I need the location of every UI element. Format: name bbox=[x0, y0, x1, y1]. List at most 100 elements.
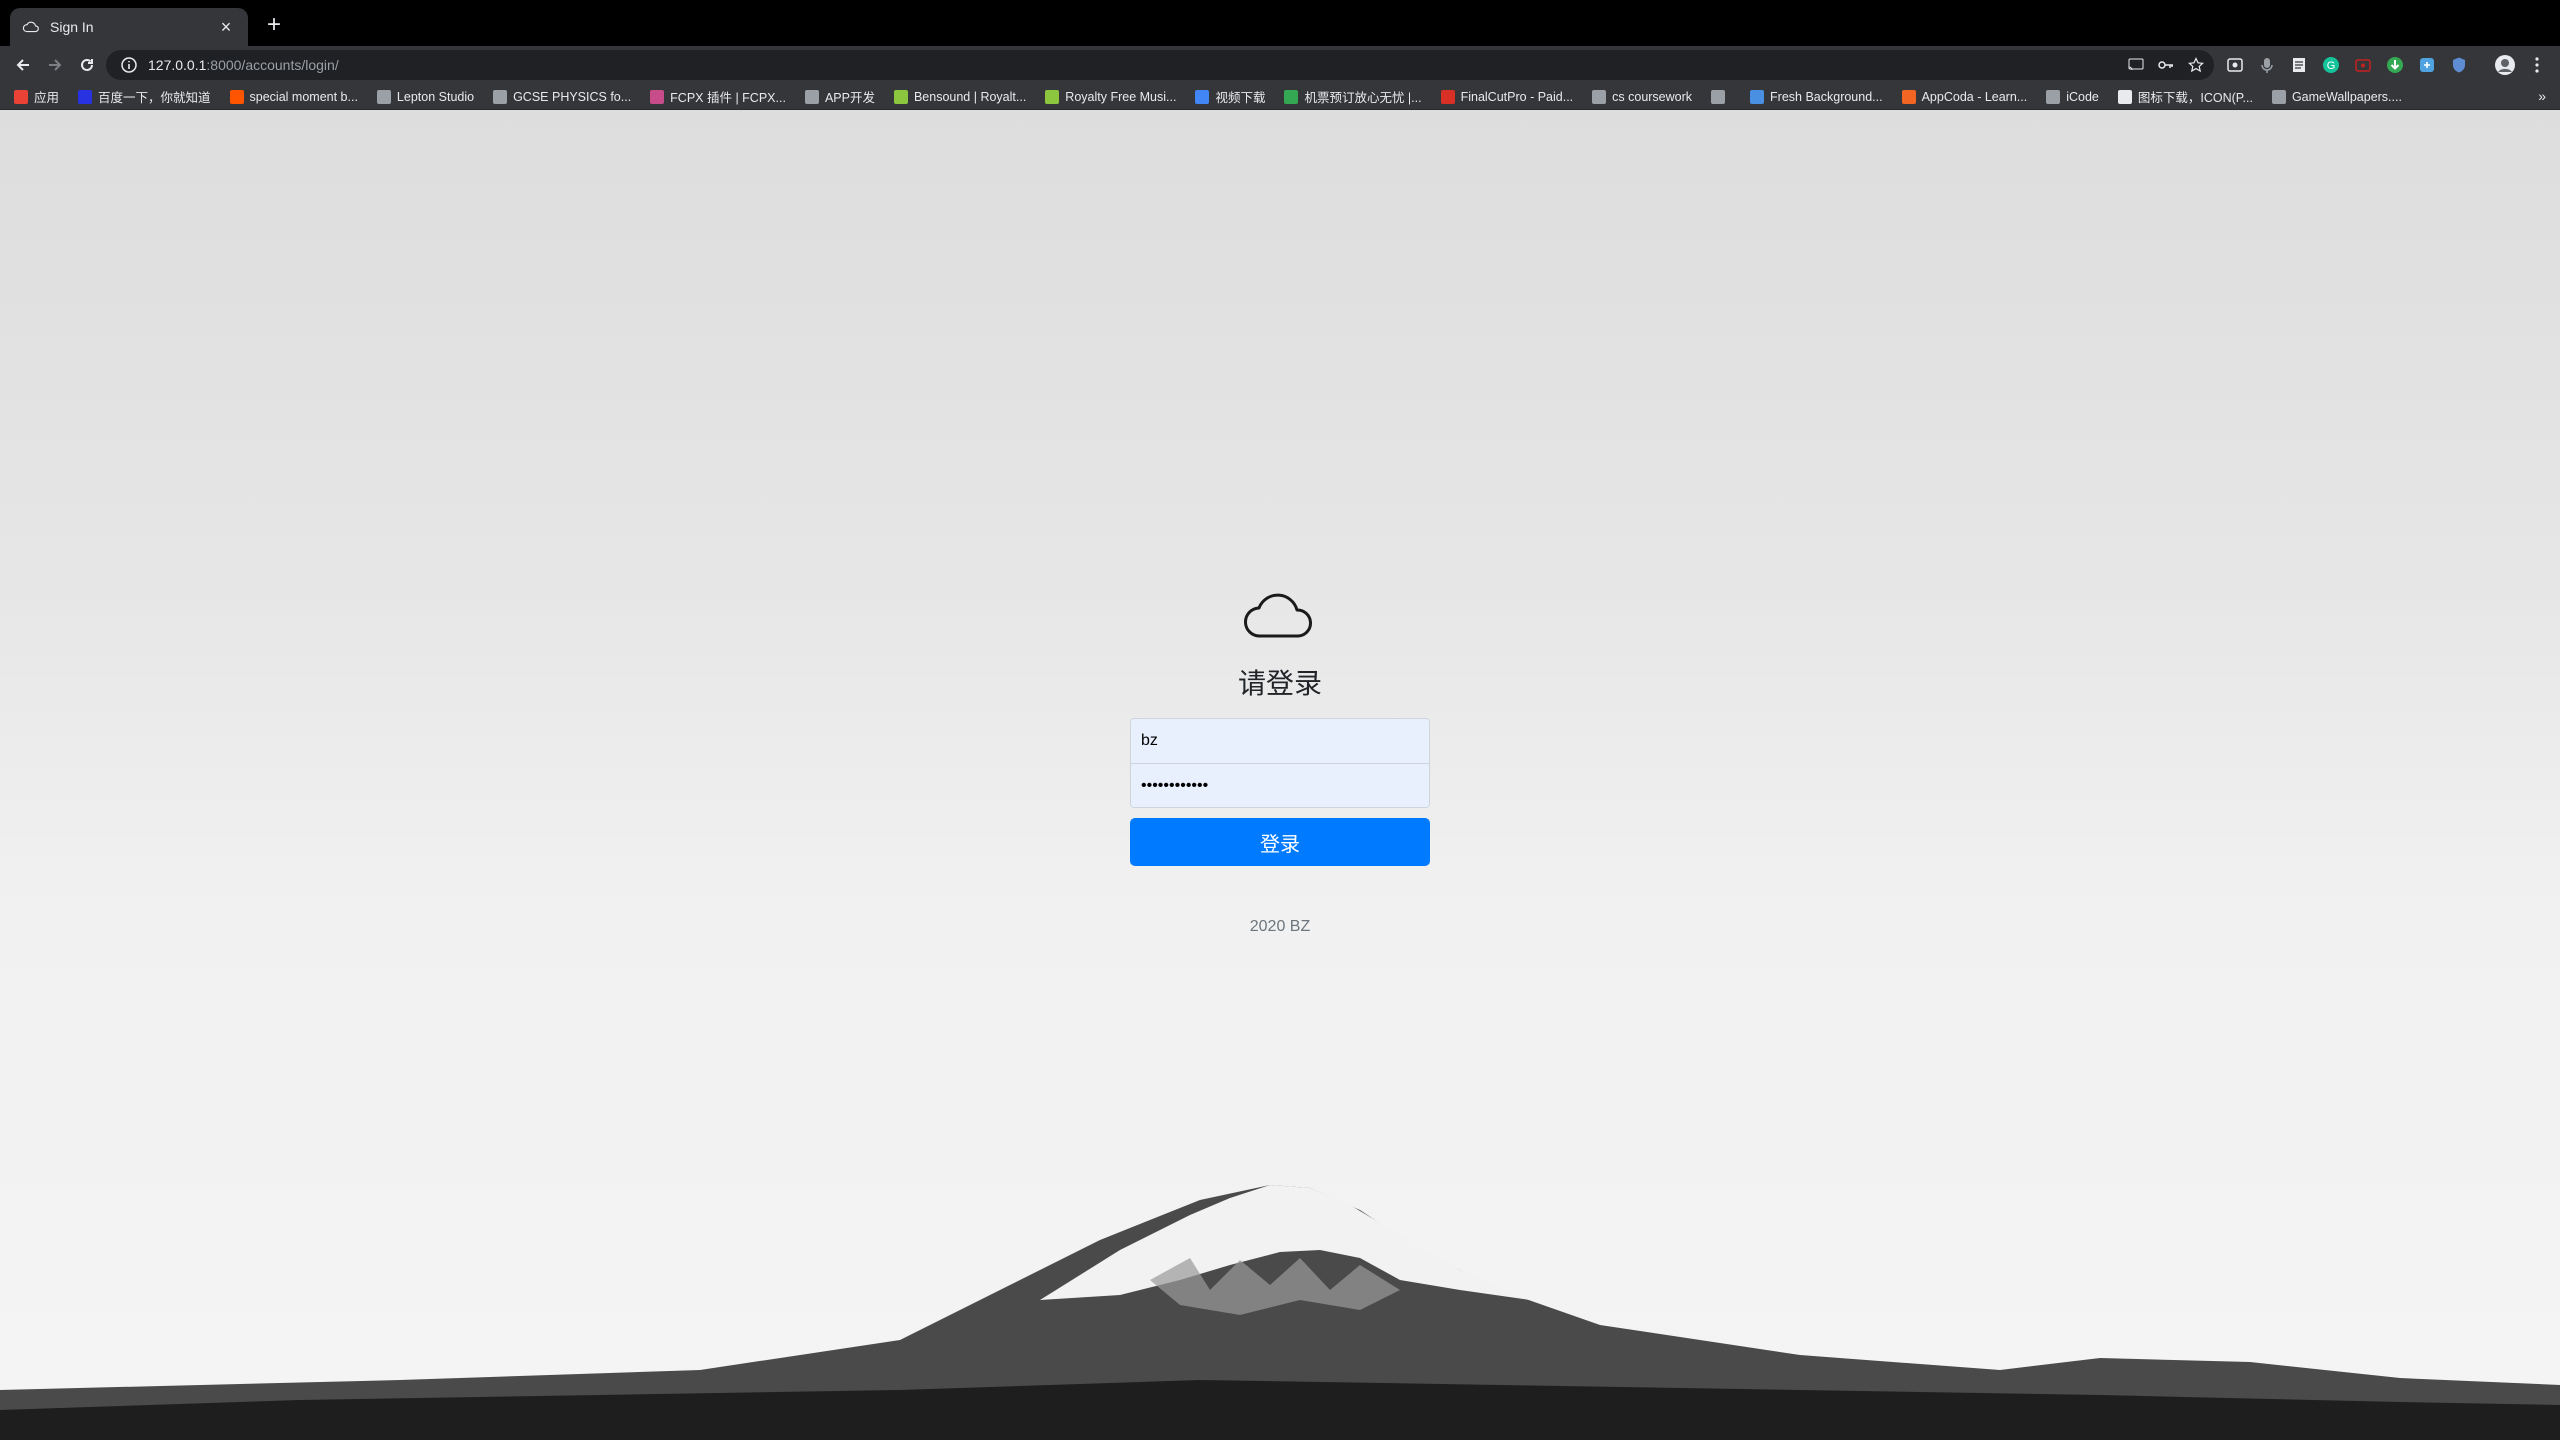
finalcut-icon bbox=[1440, 89, 1455, 104]
sign-in-heading: 请登录 bbox=[1237, 668, 1322, 699]
globe-icon bbox=[493, 89, 508, 104]
appcoda-icon bbox=[1901, 89, 1916, 104]
bookmark-item[interactable]: cs coursework bbox=[1592, 89, 1693, 104]
bookmark-label: Bensound | Royalt... bbox=[913, 89, 1027, 104]
apps-grid-icon bbox=[14, 89, 28, 104]
bookmark-item[interactable]: Royalty Free Musi... bbox=[1045, 89, 1177, 104]
bookmark-label: Fresh Background... bbox=[1770, 89, 1883, 104]
reload-icon bbox=[81, 58, 93, 71]
bookmark-label: 图标下载，ICON(P... bbox=[2137, 91, 2253, 105]
bookmark-label: cs coursework bbox=[1612, 89, 1693, 104]
globe-icon bbox=[1711, 89, 1726, 104]
extension-blue-icon[interactable] bbox=[2416, 54, 2438, 76]
globe-icon bbox=[2046, 89, 2061, 104]
tab-title: Sign In bbox=[50, 19, 94, 35]
bookmark-item[interactable]: 应用 bbox=[14, 87, 59, 106]
gw-icon bbox=[2271, 89, 2286, 104]
bookmark-item[interactable]: special moment b... bbox=[229, 89, 358, 104]
globe-icon bbox=[376, 89, 391, 104]
soundcloud-icon bbox=[229, 89, 244, 104]
bensound-icon bbox=[893, 89, 908, 104]
bookmark-item[interactable]: FCPX 插件 | FCPX... bbox=[650, 87, 786, 106]
forward-arrow-icon bbox=[49, 59, 62, 71]
mountain-background-image bbox=[0, 1185, 2560, 1440]
profile-avatar[interactable] bbox=[2494, 54, 2516, 76]
key-icon[interactable] bbox=[2156, 56, 2176, 74]
bookmark-label: special moment b... bbox=[249, 89, 358, 104]
bookmark-item[interactable]: 机票预订放心无忧 |... bbox=[1284, 87, 1422, 106]
bookmarks-bar: 应用 百度一下，你就知道 special moment b... Lepton Stu… bbox=[0, 84, 2560, 110]
bookmark-item[interactable]: 图标下载，ICON(P... bbox=[2117, 87, 2253, 106]
bookmark-item[interactable]: 视频下载 bbox=[1195, 87, 1265, 106]
back-button[interactable] bbox=[8, 50, 38, 80]
bookmark-label: 百度一下，你就知道 bbox=[98, 91, 211, 105]
bookmark-label: FinalCutPro - Paid... bbox=[1460, 89, 1574, 104]
bookmark-item[interactable]: iCode bbox=[2046, 89, 2099, 104]
browser-menu-icon[interactable] bbox=[2526, 54, 2548, 76]
cloud-favicon-icon bbox=[22, 21, 39, 33]
bookmark-label: 应用 bbox=[34, 91, 60, 105]
extension-notes-icon[interactable] bbox=[2288, 54, 2310, 76]
bookmark-item[interactable]: Lepton Studio bbox=[376, 89, 475, 104]
url-text: 127.0.0.1:8000/accounts/login/ bbox=[148, 57, 339, 73]
iconfont-icon bbox=[2117, 89, 2132, 104]
back-arrow-icon bbox=[16, 59, 29, 71]
cast-icon[interactable] bbox=[2126, 56, 2146, 74]
bookmark-item[interactable]: Bensound | Royalt... bbox=[893, 89, 1027, 104]
bookmark-item[interactable]: FinalCutPro - Paid... bbox=[1440, 89, 1574, 104]
site-info-icon[interactable] bbox=[120, 56, 138, 74]
bookmark-label: iCode bbox=[2066, 89, 2099, 104]
fresh-icon bbox=[1750, 89, 1765, 104]
flight-icon bbox=[1284, 89, 1299, 104]
username-input[interactable] bbox=[1131, 719, 1429, 763]
bookmark-label: FCPX 插件 | FCPX... bbox=[670, 91, 786, 105]
bookmark-item[interactable]: AppCoda - Learn... bbox=[1901, 89, 2028, 104]
bookmark-star-icon[interactable] bbox=[2186, 56, 2206, 74]
bensound-icon bbox=[1045, 89, 1060, 104]
new-tab-button[interactable]: + bbox=[260, 12, 288, 40]
password-input[interactable] bbox=[1131, 763, 1429, 807]
extension-screenshot-icon[interactable] bbox=[2224, 54, 2246, 76]
browser-toolbar: 127.0.0.1:8000/accounts/login/ G bbox=[0, 46, 2560, 84]
folder-icon bbox=[1592, 89, 1607, 104]
copyright-footer: 2020 BZ bbox=[1249, 918, 1311, 935]
bookmark-label: GCSE PHYSICS fo... bbox=[513, 89, 632, 104]
bookmark-item[interactable] bbox=[1711, 89, 1731, 104]
bookmark-item[interactable]: GameWallpapers.... bbox=[2271, 89, 2402, 104]
bookmark-item[interactable]: GCSE PHYSICS fo... bbox=[493, 89, 632, 104]
bookmark-label: AppCoda - Learn... bbox=[1921, 89, 2028, 104]
reload-button[interactable] bbox=[72, 50, 102, 80]
tab-close-icon[interactable]: × bbox=[216, 17, 236, 38]
folder-icon bbox=[804, 89, 819, 104]
cloud-logo-icon bbox=[1244, 593, 1312, 638]
forward-button[interactable] bbox=[40, 50, 70, 80]
svg-text:G: G bbox=[2327, 60, 2336, 72]
extension-shield-icon[interactable] bbox=[2448, 54, 2470, 76]
extension-grammarly-icon[interactable]: G bbox=[2320, 54, 2342, 76]
bookmark-label: Royalty Free Musi... bbox=[1065, 89, 1177, 104]
extension-mic-icon[interactable] bbox=[2256, 54, 2278, 76]
login-page: 请登录 登录 2020 BZ bbox=[0, 110, 2560, 1440]
url-host: 127.0.0.1 bbox=[148, 57, 207, 73]
baidu-icon bbox=[78, 89, 93, 104]
bookmark-label: 视频下载 bbox=[1215, 91, 1266, 105]
fcpx-icon bbox=[650, 89, 665, 104]
url-path: :8000/accounts/login/ bbox=[206, 57, 339, 73]
tab-strip: Sign In × + bbox=[0, 0, 2560, 46]
credentials-group bbox=[1130, 718, 1430, 808]
bookmark-item[interactable]: 百度一下，你就知道 bbox=[78, 87, 211, 106]
bookmark-label: Lepton Studio bbox=[396, 89, 475, 104]
sign-in-button[interactable]: 登录 bbox=[1130, 818, 1430, 866]
bookmark-label: GameWallpapers.... bbox=[2291, 89, 2402, 104]
sign-in-form: 请登录 登录 2020 BZ bbox=[1130, 590, 1430, 936]
extension-red-icon[interactable] bbox=[2352, 54, 2374, 76]
extension-download-icon[interactable] bbox=[2384, 54, 2406, 76]
bookmark-item[interactable]: Fresh Background... bbox=[1750, 89, 1883, 104]
tab-sign-in[interactable]: Sign In × bbox=[10, 8, 248, 46]
bookmark-label: 机票预订放心无忧 |... bbox=[1304, 91, 1422, 105]
video-download-icon bbox=[1195, 89, 1210, 104]
bookmarks-overflow-icon[interactable]: » bbox=[2538, 88, 2546, 104]
bookmark-item[interactable]: APP开发 bbox=[804, 87, 875, 106]
bookmark-label: APP开发 bbox=[824, 91, 875, 105]
address-bar[interactable]: 127.0.0.1:8000/accounts/login/ bbox=[106, 50, 2214, 80]
